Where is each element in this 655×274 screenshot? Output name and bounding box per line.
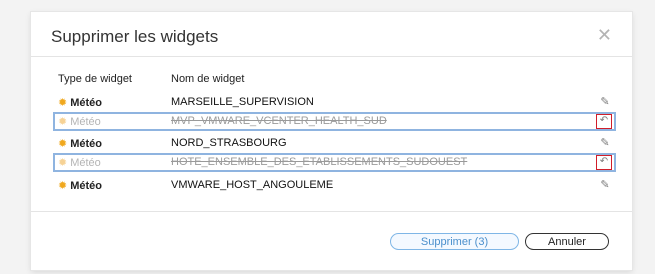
widget-name: HOTE_ENSEMBLE_DES_ETABLISSEMENTS_SUDOUES… <box>171 156 468 168</box>
delete-widgets-dialog: Supprimer les widgets ✕ Type de widget N… <box>31 12 632 270</box>
widget-name: NORD_STRASBOURG <box>171 137 287 149</box>
widget-name: MVP_VMWARE_VCENTER_HEALTH_SUD <box>171 115 387 127</box>
widget-row: ✹ Météo VMWARE_HOST_ANGOULEME ✎ <box>53 176 616 195</box>
widget-type-label: Météo <box>70 116 101 128</box>
undo-icon[interactable]: ↶ <box>596 155 612 170</box>
close-icon[interactable]: ✕ <box>597 26 612 44</box>
widget-name: MARSEILLE_SUPERVISION <box>171 96 314 108</box>
cancel-button[interactable]: Annuler <box>525 233 609 250</box>
dialog-header: Supprimer les widgets ✕ <box>31 12 632 57</box>
column-header-type: Type de widget <box>58 73 132 85</box>
widget-name: VMWARE_HOST_ANGOULEME <box>171 179 334 191</box>
widget-type: ✹ Météo <box>58 179 102 192</box>
sun-icon: ✹ <box>58 116 68 128</box>
column-header-name: Nom de widget <box>171 73 245 85</box>
sun-icon: ✹ <box>58 138 68 150</box>
widget-type: ✹ Météo <box>58 96 102 109</box>
widget-type: ✹ Météo <box>58 137 102 150</box>
delete-button[interactable]: Supprimer (3) <box>390 233 519 250</box>
dialog-footer-divider <box>31 211 632 212</box>
widget-type-label: Météo <box>70 180 102 192</box>
delete-icon[interactable]: ✎ <box>598 178 612 192</box>
widget-row-marked-for-deletion: ✹ Météo HOTE_ENSEMBLE_DES_ETABLISSEMENTS_… <box>53 153 616 172</box>
widget-type: ✹ Météo <box>58 115 101 128</box>
undo-icon[interactable]: ↶ <box>596 114 612 129</box>
widget-type-label: Météo <box>70 157 101 169</box>
widget-type-label: Météo <box>70 97 102 109</box>
sun-icon: ✹ <box>58 97 68 109</box>
widget-row-marked-for-deletion: ✹ Météo MVP_VMWARE_VCENTER_HEALTH_SUD ↶ <box>53 112 616 131</box>
widget-row: ✹ Météo MARSEILLE_SUPERVISION ✎ <box>53 93 616 112</box>
delete-icon[interactable]: ✎ <box>598 136 612 150</box>
widget-type: ✹ Météo <box>58 156 101 169</box>
sun-icon: ✹ <box>58 180 68 192</box>
sun-icon: ✹ <box>58 157 68 169</box>
widget-row: ✹ Météo NORD_STRASBOURG ✎ <box>53 134 616 153</box>
delete-icon[interactable]: ✎ <box>598 95 612 109</box>
dialog-title: Supprimer les widgets <box>51 27 219 46</box>
widget-type-label: Météo <box>70 138 102 150</box>
